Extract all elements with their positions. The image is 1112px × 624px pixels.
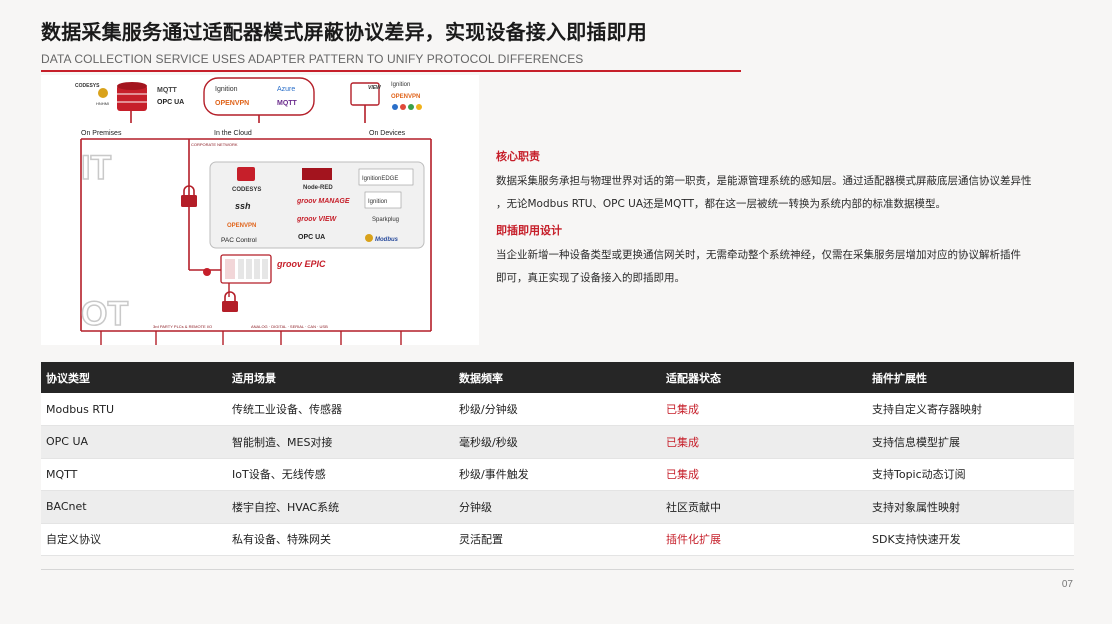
network-label: CORPORATE NETWORK	[191, 142, 238, 147]
table-row: BACnet 楼宇自控、HVAC系统 分钟级 社区贡献中 支持对象属性映射	[41, 490, 1074, 524]
table-cell: BACnet	[41, 490, 227, 524]
page-number: 07	[1061, 579, 1073, 590]
browser-icon	[400, 104, 406, 110]
table-cell: 支持信息模型扩展	[867, 425, 1074, 459]
panel-logo-pac-control: PAC Control	[221, 237, 257, 244]
logo-mqtt-left: MQTT	[157, 87, 178, 94]
table-cell: 分钟级	[454, 490, 661, 524]
table-cell: OPC UA	[41, 425, 227, 459]
panel-logo-ignition-edge: IgnitionEDGE	[362, 176, 398, 182]
panel-logo-sparkplug: Sparkplug	[372, 217, 399, 223]
layer-ot-label: OT	[81, 295, 128, 333]
browser-icon	[392, 104, 398, 110]
logo-openvpn-cloud: OPENVPN	[215, 100, 249, 107]
cloud-box	[203, 77, 315, 116]
zone-on-devices: On Devices	[369, 130, 406, 137]
column-header: 适配器状态	[661, 362, 867, 393]
table-cell: 支持Topic动态订阅	[867, 458, 1074, 491]
panel-logo-modbus: Modbus	[375, 237, 399, 243]
layer-it-label: IT	[81, 149, 111, 187]
codesys-icon	[237, 167, 255, 181]
table-cell: 自定义协议	[41, 523, 227, 556]
logo-view-device: VIEW	[368, 85, 382, 91]
hmi-icon	[98, 88, 108, 98]
browser-icon	[408, 104, 414, 110]
panel-logo-codesys: CODESYS	[232, 187, 261, 193]
section-text-line: 当企业新增一种设备类型或更换通信网关时，无需牵动整个系统神经，仅需在采集服务层增…	[496, 249, 1021, 261]
table-cell: 传统工业设备、传感器	[227, 393, 454, 426]
status-cell: 已集成	[661, 458, 867, 491]
section-text-core: 数据采集服务承担与物理世界对话的第一职责，是能源管理系统的感知层。通过适配器模式…	[496, 170, 1076, 216]
table-row: 自定义协议 私有设备、特殊网关 灵活配置 插件化扩展 SDK支持快速开发	[41, 523, 1074, 556]
modbus-icon	[365, 234, 373, 242]
logo-openvpn-device: OPENVPN	[391, 94, 420, 100]
logo-azure: Azure	[277, 86, 295, 93]
page-subtitle: DATA COLLECTION SERVICE USES ADAPTER PAT…	[41, 52, 584, 66]
section-text-line: 即可，真正实现了设备接入的即插即用。	[496, 272, 685, 284]
database-icon	[117, 82, 147, 111]
status-cell: 插件化扩展	[661, 523, 867, 556]
column-header: 插件扩展性	[867, 362, 1074, 393]
section-heading-plugplay: 即插即用设计	[496, 224, 562, 237]
table-cell: 支持自定义寄存器映射	[867, 393, 1074, 426]
logo-hnhmi: HNHMI	[96, 101, 109, 106]
panel-logo-openvpn: OPENVPN	[227, 223, 256, 229]
browser-icon	[416, 104, 422, 110]
table-cell: 秒级/分钟级	[454, 393, 661, 426]
panel-logo-nodered: Node-RED	[303, 185, 333, 191]
architecture-diagram: CODESYS HNHMI MQTT OPC UA Ignition Azure…	[41, 75, 479, 345]
status-cell: 已集成	[661, 425, 867, 459]
panel-logo-ssh: ssh	[235, 201, 251, 211]
status-cell: 已集成	[661, 393, 867, 426]
protocol-table: 协议类型 适用场景 数据频率 适配器状态 插件扩展性 Modbus RTU 传统…	[41, 362, 1074, 556]
table-header-row: 协议类型 适用场景 数据频率 适配器状态 插件扩展性	[41, 362, 1074, 393]
status-indicator-icon	[203, 268, 211, 276]
controller-icon	[220, 254, 272, 284]
description-panel: 核心职责 数据采集服务承担与物理世界对话的第一职责，是能源管理系统的感知层。通过…	[496, 148, 1076, 293]
nodered-icon	[302, 168, 332, 180]
table-row: MQTT IoT设备、无线传感 秒级/事件触发 已集成 支持Topic动态订阅	[41, 458, 1074, 491]
table-cell: Modbus RTU	[41, 393, 227, 426]
table-cell: 智能制造、MES对接	[227, 425, 454, 459]
panel-logo-groov-view: groov VIEW	[296, 216, 338, 223]
table-cell: 秒级/事件触发	[454, 458, 661, 491]
section-text-plugplay: 当企业新增一种设备类型或更换通信网关时，无需牵动整个系统神经，仅需在采集服务层增…	[496, 244, 1076, 290]
zone-in-the-cloud: In the Cloud	[214, 130, 252, 137]
table-row: Modbus RTU 传统工业设备、传感器 秒级/分钟级 已集成 支持自定义寄存…	[41, 393, 1074, 426]
column-header: 适用场景	[227, 362, 454, 393]
bottom-label-plcs: 3rd PARTY PLCs & REMOTE I/O	[153, 324, 212, 329]
logo-opcua-left: OPC UA	[157, 99, 184, 106]
section-heading-core: 核心职责	[496, 150, 540, 163]
slide: 数据采集服务通过适配器模式屏蔽协议差异，实现设备接入即插即用 DATA COLL…	[0, 0, 1112, 624]
column-header: 数据频率	[454, 362, 661, 393]
table-cell: 灵活配置	[454, 523, 661, 556]
status-cell: 社区贡献中	[661, 490, 867, 524]
section-text-line: 数据采集服务承担与物理世界对话的第一职责，是能源管理系统的感知层。通过适配器模式…	[496, 175, 1032, 187]
bottom-label-io: ANALOG · DIGITAL · SERIAL · CAN · USB	[251, 324, 328, 329]
section-text-line: ，无论Modbus RTU、OPC UA还是MQTT，都在这一层被统一转换为系统…	[496, 198, 947, 210]
table-cell: SDK支持快速开发	[867, 523, 1074, 556]
table-cell: 支持对象属性映射	[867, 490, 1074, 524]
zone-on-premises: On Premises	[81, 130, 122, 137]
logo-ignition-cloud: Ignition	[215, 86, 238, 93]
table-cell: IoT设备、无线传感	[227, 458, 454, 491]
title-underline	[41, 70, 741, 72]
footer-divider	[41, 569, 1074, 570]
column-header: 协议类型	[41, 362, 227, 393]
panel-logo-opc-ua: OPC UA	[298, 234, 325, 241]
lock-icon	[222, 291, 238, 312]
table-cell: 毫秒级/秒级	[454, 425, 661, 459]
panel-logo-groov-manage: groov MANAGE	[296, 198, 350, 205]
logo-codesys-small: CODESYS	[75, 83, 100, 89]
panel-logo-ignition: Ignition	[368, 199, 387, 205]
table-cell: MQTT	[41, 458, 227, 491]
page-title: 数据采集服务通过适配器模式屏蔽协议差异，实现设备接入即插即用	[41, 20, 647, 44]
controller-label: groov EPIC	[276, 259, 326, 269]
table-cell: 私有设备、特殊网关	[227, 523, 454, 556]
logo-ignition-device: Ignition	[391, 82, 410, 88]
logo-mqtt-cloud: MQTT	[277, 100, 298, 107]
field-device-lines	[100, 331, 402, 345]
table-row: OPC UA 智能制造、MES对接 毫秒级/秒级 已集成 支持信息模型扩展	[41, 425, 1074, 459]
table-cell: 楼宇自控、HVAC系统	[227, 490, 454, 524]
